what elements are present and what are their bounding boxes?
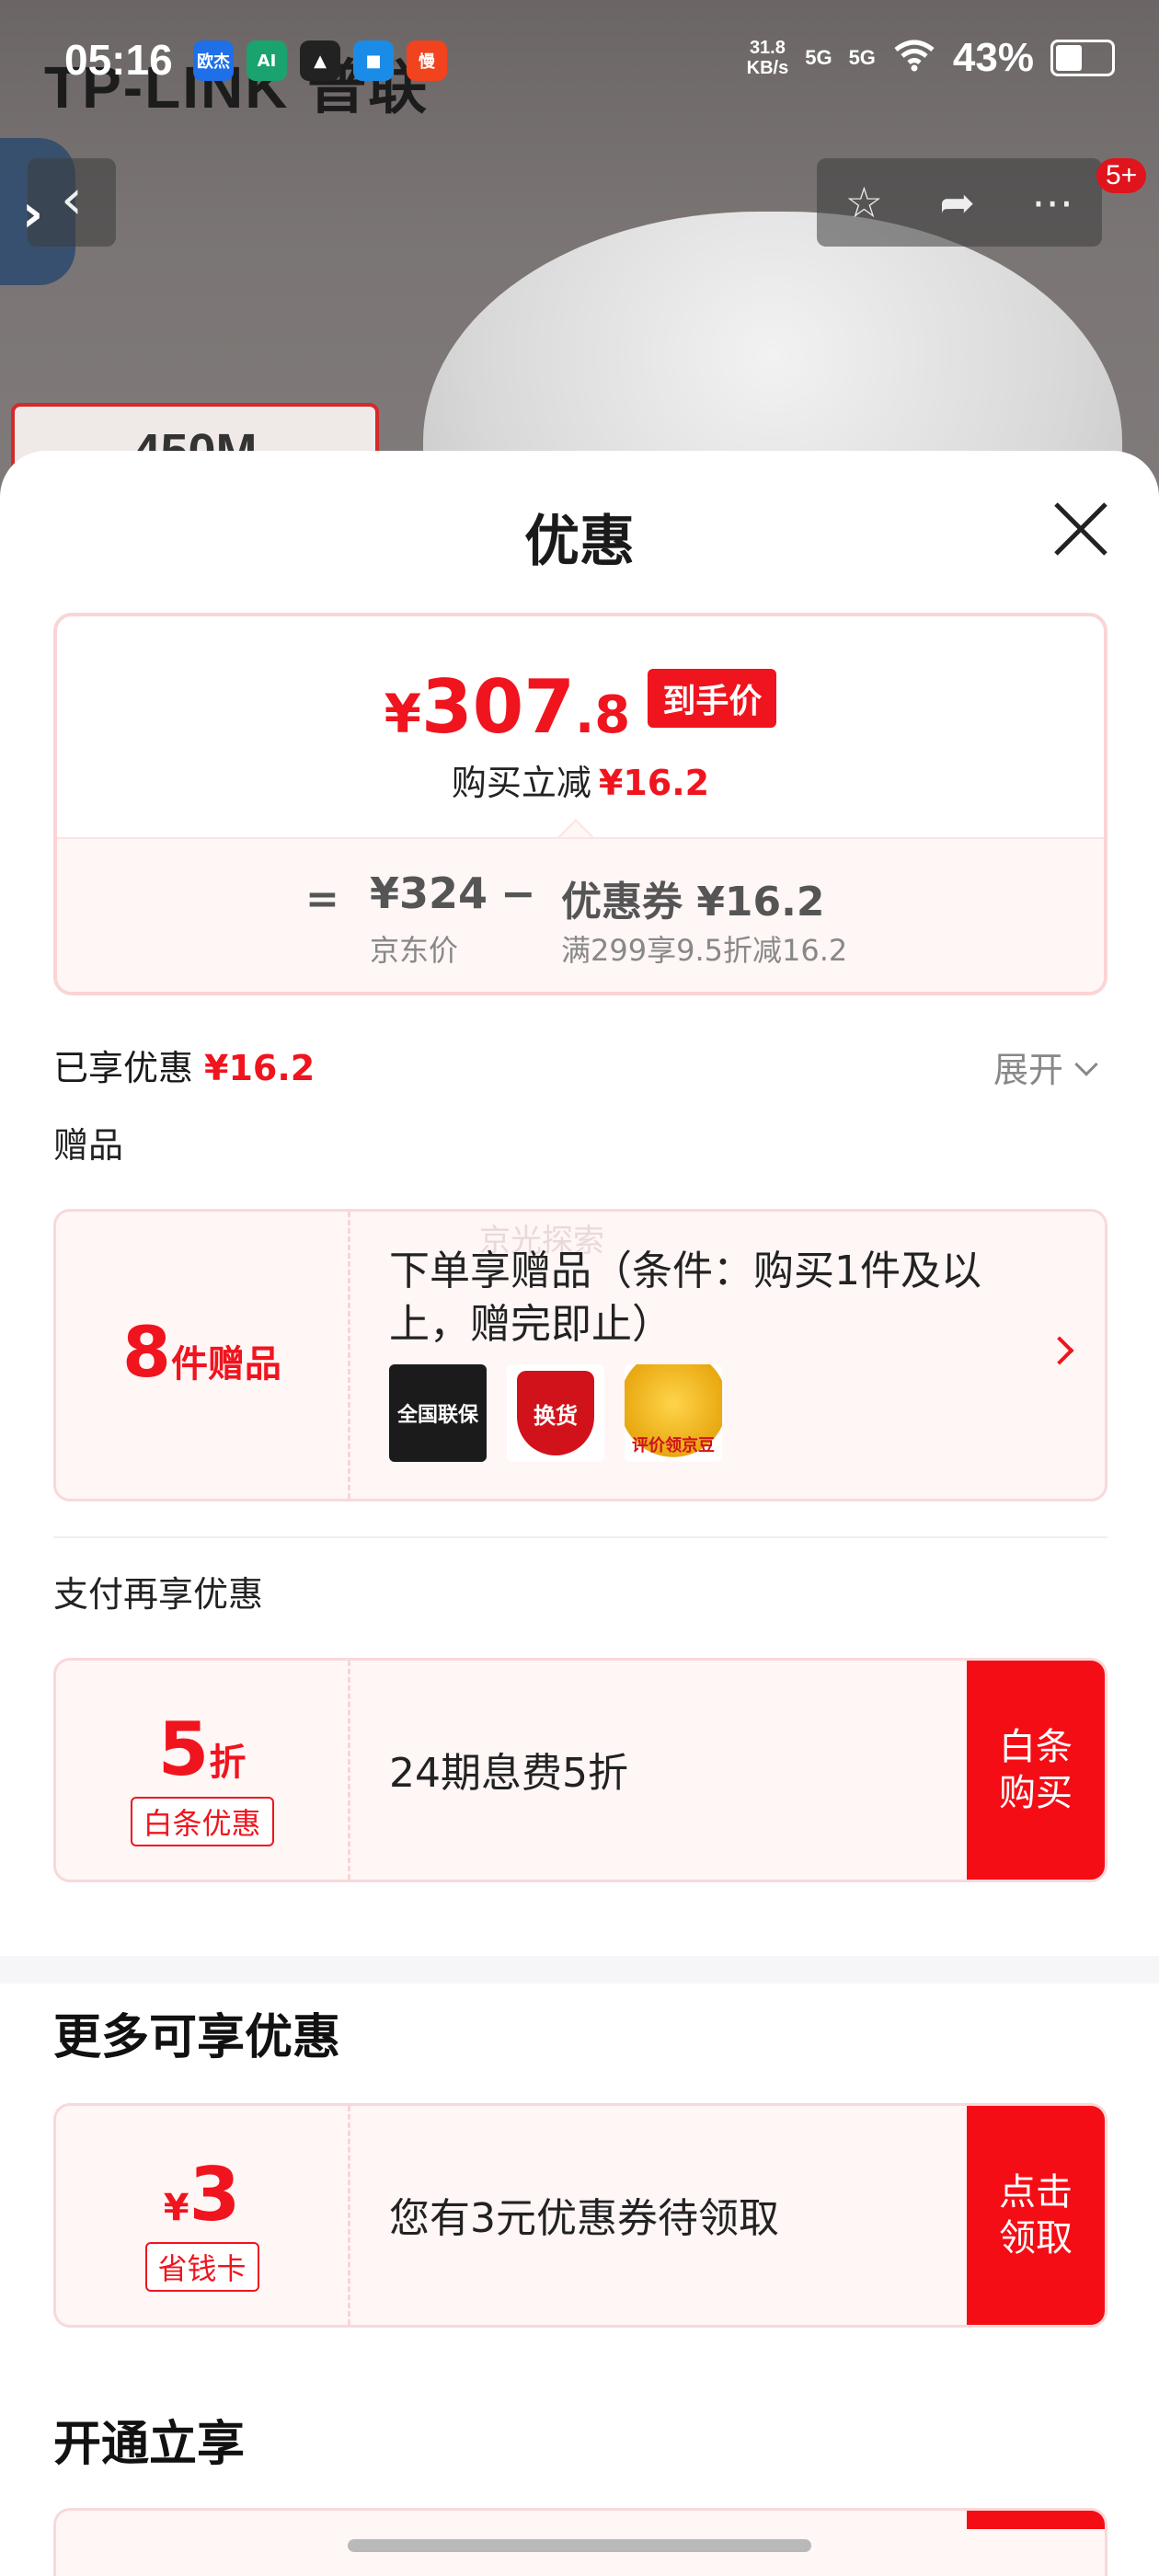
price-breakdown-card: ¥307.8 到手价 购买立减 ¥16.2 = ¥324 京东价 − 优惠券 ¥1… [53,613,1107,995]
coupon-discount: 优惠券 ¥16.2 [561,879,825,926]
status-bar: 05:16 欧杰 AI ▲ ■ 慢 31.8 KB/s 5G 5G 43% [0,35,1159,96]
gift-card[interactable]: 8件赠品 京光探索 下单享赠品（条件：购买1件及以上，赠完即止） 全国联保 换货… [53,1209,1107,1501]
chevron-right-icon: › [22,184,44,244]
gift-count: 8件赠品 [122,1311,281,1393]
clock: 05:16 [64,36,173,84]
offers-sheet: 优惠 ¥307.8 到手价 购买立减 ¥16.2 = ¥324 京东价 − 优惠券… [0,451,1159,2576]
app-icon-3: ▲ [300,40,340,81]
exchange-shield: 换货 [517,1371,594,1455]
next-offer-button[interactable] [967,2511,1105,2529]
baitiao-discount: 5折 [157,1707,247,1792]
app-icon-2: AI [247,40,287,81]
saver-amount: ¥3 [163,2152,241,2237]
baitiao-pill: 白条优惠 [130,1797,274,1846]
exchange-icon: 换货 [507,1364,604,1462]
close-icon [1054,502,1107,556]
price-formula: = ¥324 京东价 − 优惠券 ¥16.2 满299享9.5折减16.2 [57,837,1104,992]
chevron-left-icon: ‹ [61,167,83,232]
gifts-section-label: 赠品 [53,1125,124,1166]
saver-card[interactable]: ¥3 省钱卡 您有3元优惠券待领取 点击领取 [53,2103,1107,2328]
saver-text: 您有3元优惠券待领取 [389,2195,779,2242]
final-price-area: ¥307.8 到手价 购买立减 ¥16.2 [57,616,1104,837]
saver-amount-area: ¥3 省钱卡 [56,2106,350,2325]
divider [53,1536,1107,1538]
wifi-icon [892,39,936,77]
baitiao-buy-button[interactable]: 白条购买 [967,1661,1105,1880]
battery-percent: 43% [952,35,1034,80]
section-divider [0,1956,1159,1984]
gift-description: 下单享赠品（条件：购买1件及以上，赠完即止） [389,1248,981,1348]
battery-icon [1050,40,1115,76]
open-enjoy-heading: 开通立享 [53,2417,246,2472]
baitiao-card[interactable]: 5折 白条优惠 24期息费5折 白条购买 [53,1658,1107,1882]
instant-discount: 购买立减 ¥16.2 [451,763,710,803]
more-offers-heading: 更多可享优惠 [53,2010,341,2065]
warranty-icon: 全国联保 [389,1364,487,1462]
status-right: 31.8 KB/s 5G 5G 43% [747,35,1115,81]
gift-icons: 全国联保 换货 评价领京豆 [389,1364,722,1462]
saver-pill: 省钱卡 [144,2242,259,2292]
coupon-condition: 满299享9.5折减16.2 [561,933,848,968]
baitiao-text: 24期息费5折 [389,1750,628,1797]
chevron-down-icon [1074,1052,1098,1076]
baitiao-discount-area: 5折 白条优惠 [56,1661,350,1880]
jd-price: ¥324 [370,868,488,918]
app-icon-5: 慢 [407,40,447,81]
top-toolbar: ☆ ➦ ⋯ [817,158,1102,247]
enjoyed-discount: 已享优惠 ¥16.2 [53,1048,316,1088]
sheet-title: 优惠 [524,510,635,574]
claim-button[interactable]: 点击领取 [967,2106,1105,2325]
app-icon-4: ■ [353,40,394,81]
jd-beans-icon: 评价领京豆 [625,1364,722,1462]
final-price: ¥307.8 到手价 [57,664,1104,750]
home-indicator[interactable] [348,2539,811,2552]
close-button[interactable] [1049,497,1113,561]
more-icon[interactable]: ⋯ [1031,178,1073,227]
pay-section-label: 支付再享优惠 [53,1574,264,1615]
notification-badge: 5+ [1096,158,1147,193]
jd-price-label: 京东价 [370,933,459,968]
app-icon-1: 欧杰 [193,40,234,81]
share-icon[interactable]: ➦ [939,178,975,227]
expand-button[interactable]: 展开 [993,1041,1098,1092]
signal-icon-2: 5G [848,46,876,69]
net-speed: 31.8 KB/s [746,38,789,78]
gift-count-area: 8件赠品 [56,1212,350,1499]
notification-app-icons: 欧杰 AI ▲ ■ 慢 [193,40,447,81]
signal-icon: 5G [805,46,832,69]
final-price-tag: 到手价 [648,669,777,728]
star-icon[interactable]: ☆ [845,178,883,227]
